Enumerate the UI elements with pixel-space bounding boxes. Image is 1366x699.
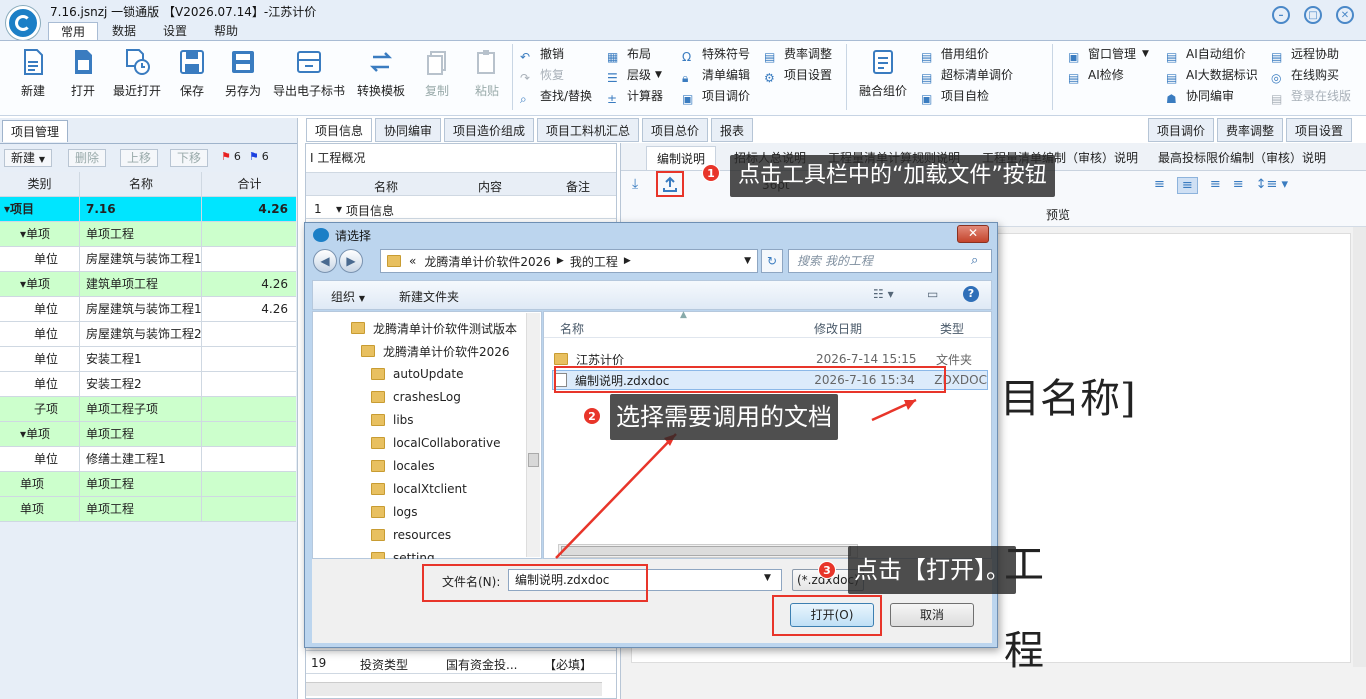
arrow-to-file bbox=[555, 433, 677, 559]
highlight-filename bbox=[422, 564, 648, 602]
highlight-load-file bbox=[656, 171, 684, 197]
annotation-arrows bbox=[555, 398, 917, 559]
step-number: 3 bbox=[818, 561, 836, 579]
step-number: 2 bbox=[583, 407, 601, 425]
step-number: 1 bbox=[702, 164, 720, 182]
step1-callout: 点击工具栏中的“加载文件”按钮 bbox=[730, 155, 1055, 197]
step3-callout: 点击【打开】。 bbox=[848, 546, 1016, 594]
step2-callout: 选择需要调用的文档 bbox=[610, 394, 838, 440]
highlight-open-button bbox=[772, 595, 882, 636]
highlight-selected-file bbox=[554, 366, 946, 393]
